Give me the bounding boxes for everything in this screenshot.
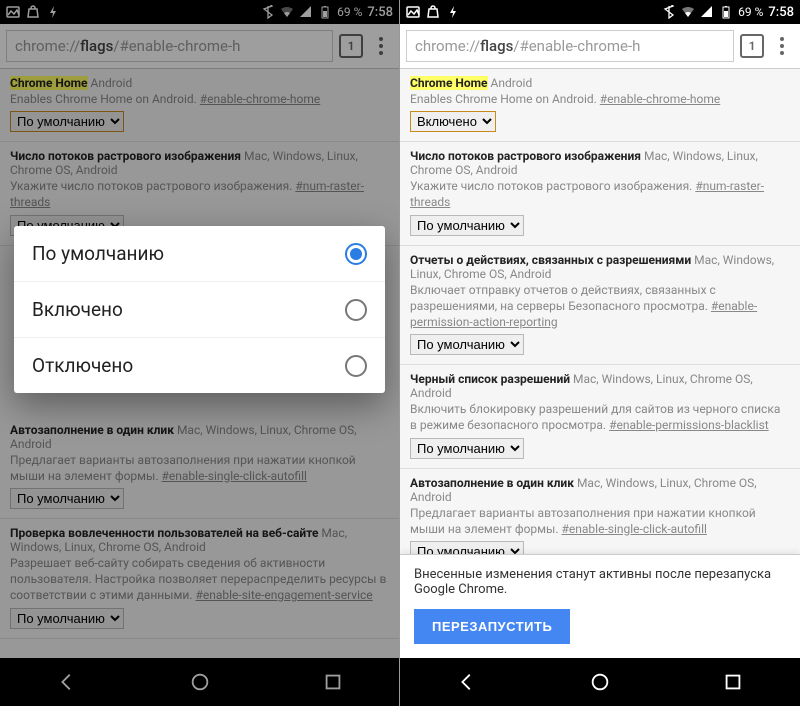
image-icon bbox=[406, 5, 420, 19]
flag-title: Число потоков растрового изображения bbox=[410, 149, 641, 163]
wifi-icon bbox=[681, 5, 695, 19]
flag-desc: Укажите число потоков растрового изображ… bbox=[410, 178, 790, 210]
flag-chrome-home: Chrome Home Android Enables Chrome Home … bbox=[400, 69, 800, 142]
nav-bar bbox=[400, 658, 800, 706]
bluetooth-icon bbox=[662, 5, 676, 19]
flag-permissions-blacklist: Черный список разрешений Mac, Windows, L… bbox=[400, 365, 800, 468]
restart-bar: Внесенные изменения станут активны после… bbox=[400, 554, 800, 658]
flag-desc: Включает отправку отчетов о действиях, с… bbox=[410, 282, 790, 331]
screen-left: 69 % 7:58 chrome://flags/#enable-chrome-… bbox=[0, 0, 400, 706]
recent-icon[interactable] bbox=[722, 671, 744, 693]
flag-select[interactable]: По умолчанию bbox=[410, 438, 524, 459]
status-bar: 69 % 7:58 bbox=[400, 0, 800, 24]
option-default[interactable]: По умолчанию bbox=[14, 226, 385, 282]
flag-title: Черный список разрешений bbox=[410, 372, 570, 386]
back-icon[interactable] bbox=[456, 671, 478, 693]
signal-icon bbox=[700, 5, 714, 19]
restart-button[interactable]: ПЕРЕЗАПУСТИТЬ bbox=[414, 609, 570, 644]
option-enabled[interactable]: Включено bbox=[14, 282, 385, 338]
battery-icon bbox=[719, 5, 733, 19]
battery-text: 69 % bbox=[738, 5, 763, 19]
bolt-icon bbox=[446, 5, 460, 19]
radio-icon bbox=[345, 299, 367, 321]
option-disabled[interactable]: Отключено bbox=[14, 338, 385, 393]
select-dialog: По умолчанию Включено Отключено bbox=[14, 226, 385, 393]
clock: 7:58 bbox=[768, 5, 794, 20]
screen-right: 69 % 7:58 chrome://flags/#enable-chrome-… bbox=[400, 0, 800, 706]
flag-title: Автозаполнение в один клик bbox=[410, 476, 574, 490]
flag-title: Отчеты о действиях, связанных с разрешен… bbox=[410, 253, 691, 267]
flag-link[interactable]: #enable-permissions-blacklist bbox=[609, 418, 769, 432]
radio-icon bbox=[345, 243, 367, 265]
menu-icon[interactable] bbox=[770, 37, 794, 55]
flag-desc: Enables Chrome Home on Android. #enable-… bbox=[410, 91, 790, 107]
flag-select[interactable]: Включено bbox=[410, 111, 496, 132]
flag-link[interactable]: #enable-single-click-autofill bbox=[562, 522, 707, 536]
flag-desc: Включить блокировку разрешений для сайто… bbox=[410, 401, 790, 433]
restart-message: Внесенные изменения станут активны после… bbox=[414, 567, 786, 597]
flag-link[interactable]: #enable-chrome-home bbox=[600, 92, 720, 106]
flag-select[interactable]: По умолчанию bbox=[410, 334, 524, 355]
browser-toolbar: chrome://flags/#enable-chrome-h 1 bbox=[400, 24, 800, 69]
flag-select[interactable]: По умолчанию bbox=[410, 215, 524, 236]
shop-icon bbox=[426, 5, 440, 19]
flag-desc: Предлагает варианты автозаполнения при н… bbox=[410, 505, 790, 537]
tab-count-button[interactable]: 1 bbox=[740, 34, 764, 58]
home-icon[interactable] bbox=[589, 671, 611, 693]
radio-icon bbox=[345, 355, 367, 377]
flag-raster-threads: Число потоков растрового изображения Mac… bbox=[400, 142, 800, 245]
url-bar[interactable]: chrome://flags/#enable-chrome-h bbox=[406, 30, 734, 62]
flag-permission-reporting: Отчеты о действиях, связанных с разрешен… bbox=[400, 246, 800, 366]
flag-title: Chrome Home bbox=[410, 76, 488, 90]
